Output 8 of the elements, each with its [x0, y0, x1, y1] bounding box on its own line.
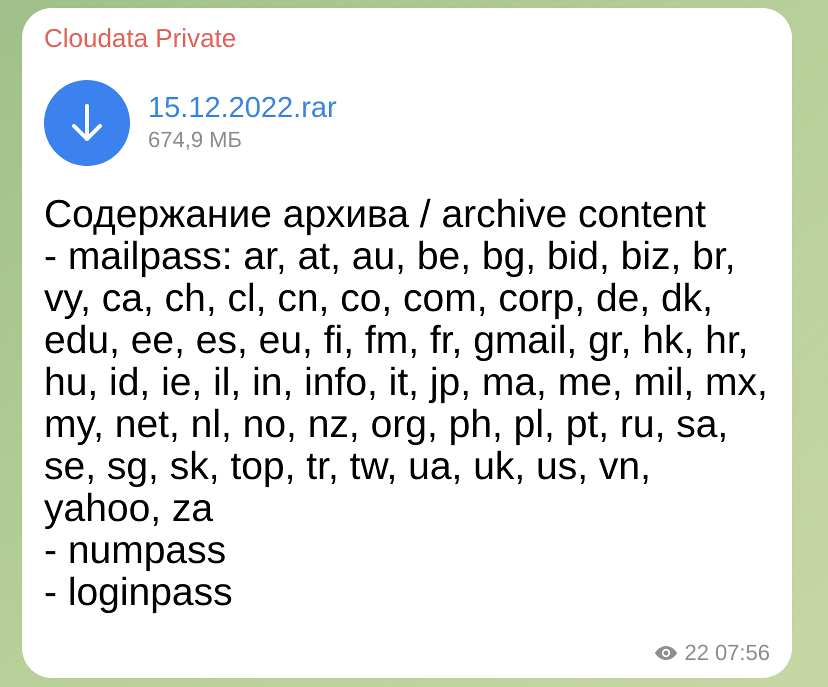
- message-text: Содержание архива / archive content - mailpass: ar, at, au, be, bg, bid, biz, br, vy, ca, ch, cl, cn, co, com, corp, de, dk, edu, ee, es, eu, fi, fm, fr, gmail, gr, hk, hr, hu, id, ie, il, in, info, it, jp, ma, me, mil, mx, my, net, nl, no, nz, org, ph, pl, pt, ru, sa, se, sg, sk, top, tr, tw, ua, uk, us, vn, yahoo, za - numpass - loginpass: [44, 194, 768, 614]
- message-time: 07:56: [714, 640, 770, 666]
- download-icon: [70, 103, 104, 143]
- sender-name: Cloudata Private: [44, 22, 238, 54]
- file-name[interactable]: 15.12.2022.rar: [148, 91, 337, 125]
- file-size: 674,9 МБ: [148, 126, 243, 154]
- eye-icon: [654, 645, 678, 661]
- view-count: 22: [684, 640, 709, 666]
